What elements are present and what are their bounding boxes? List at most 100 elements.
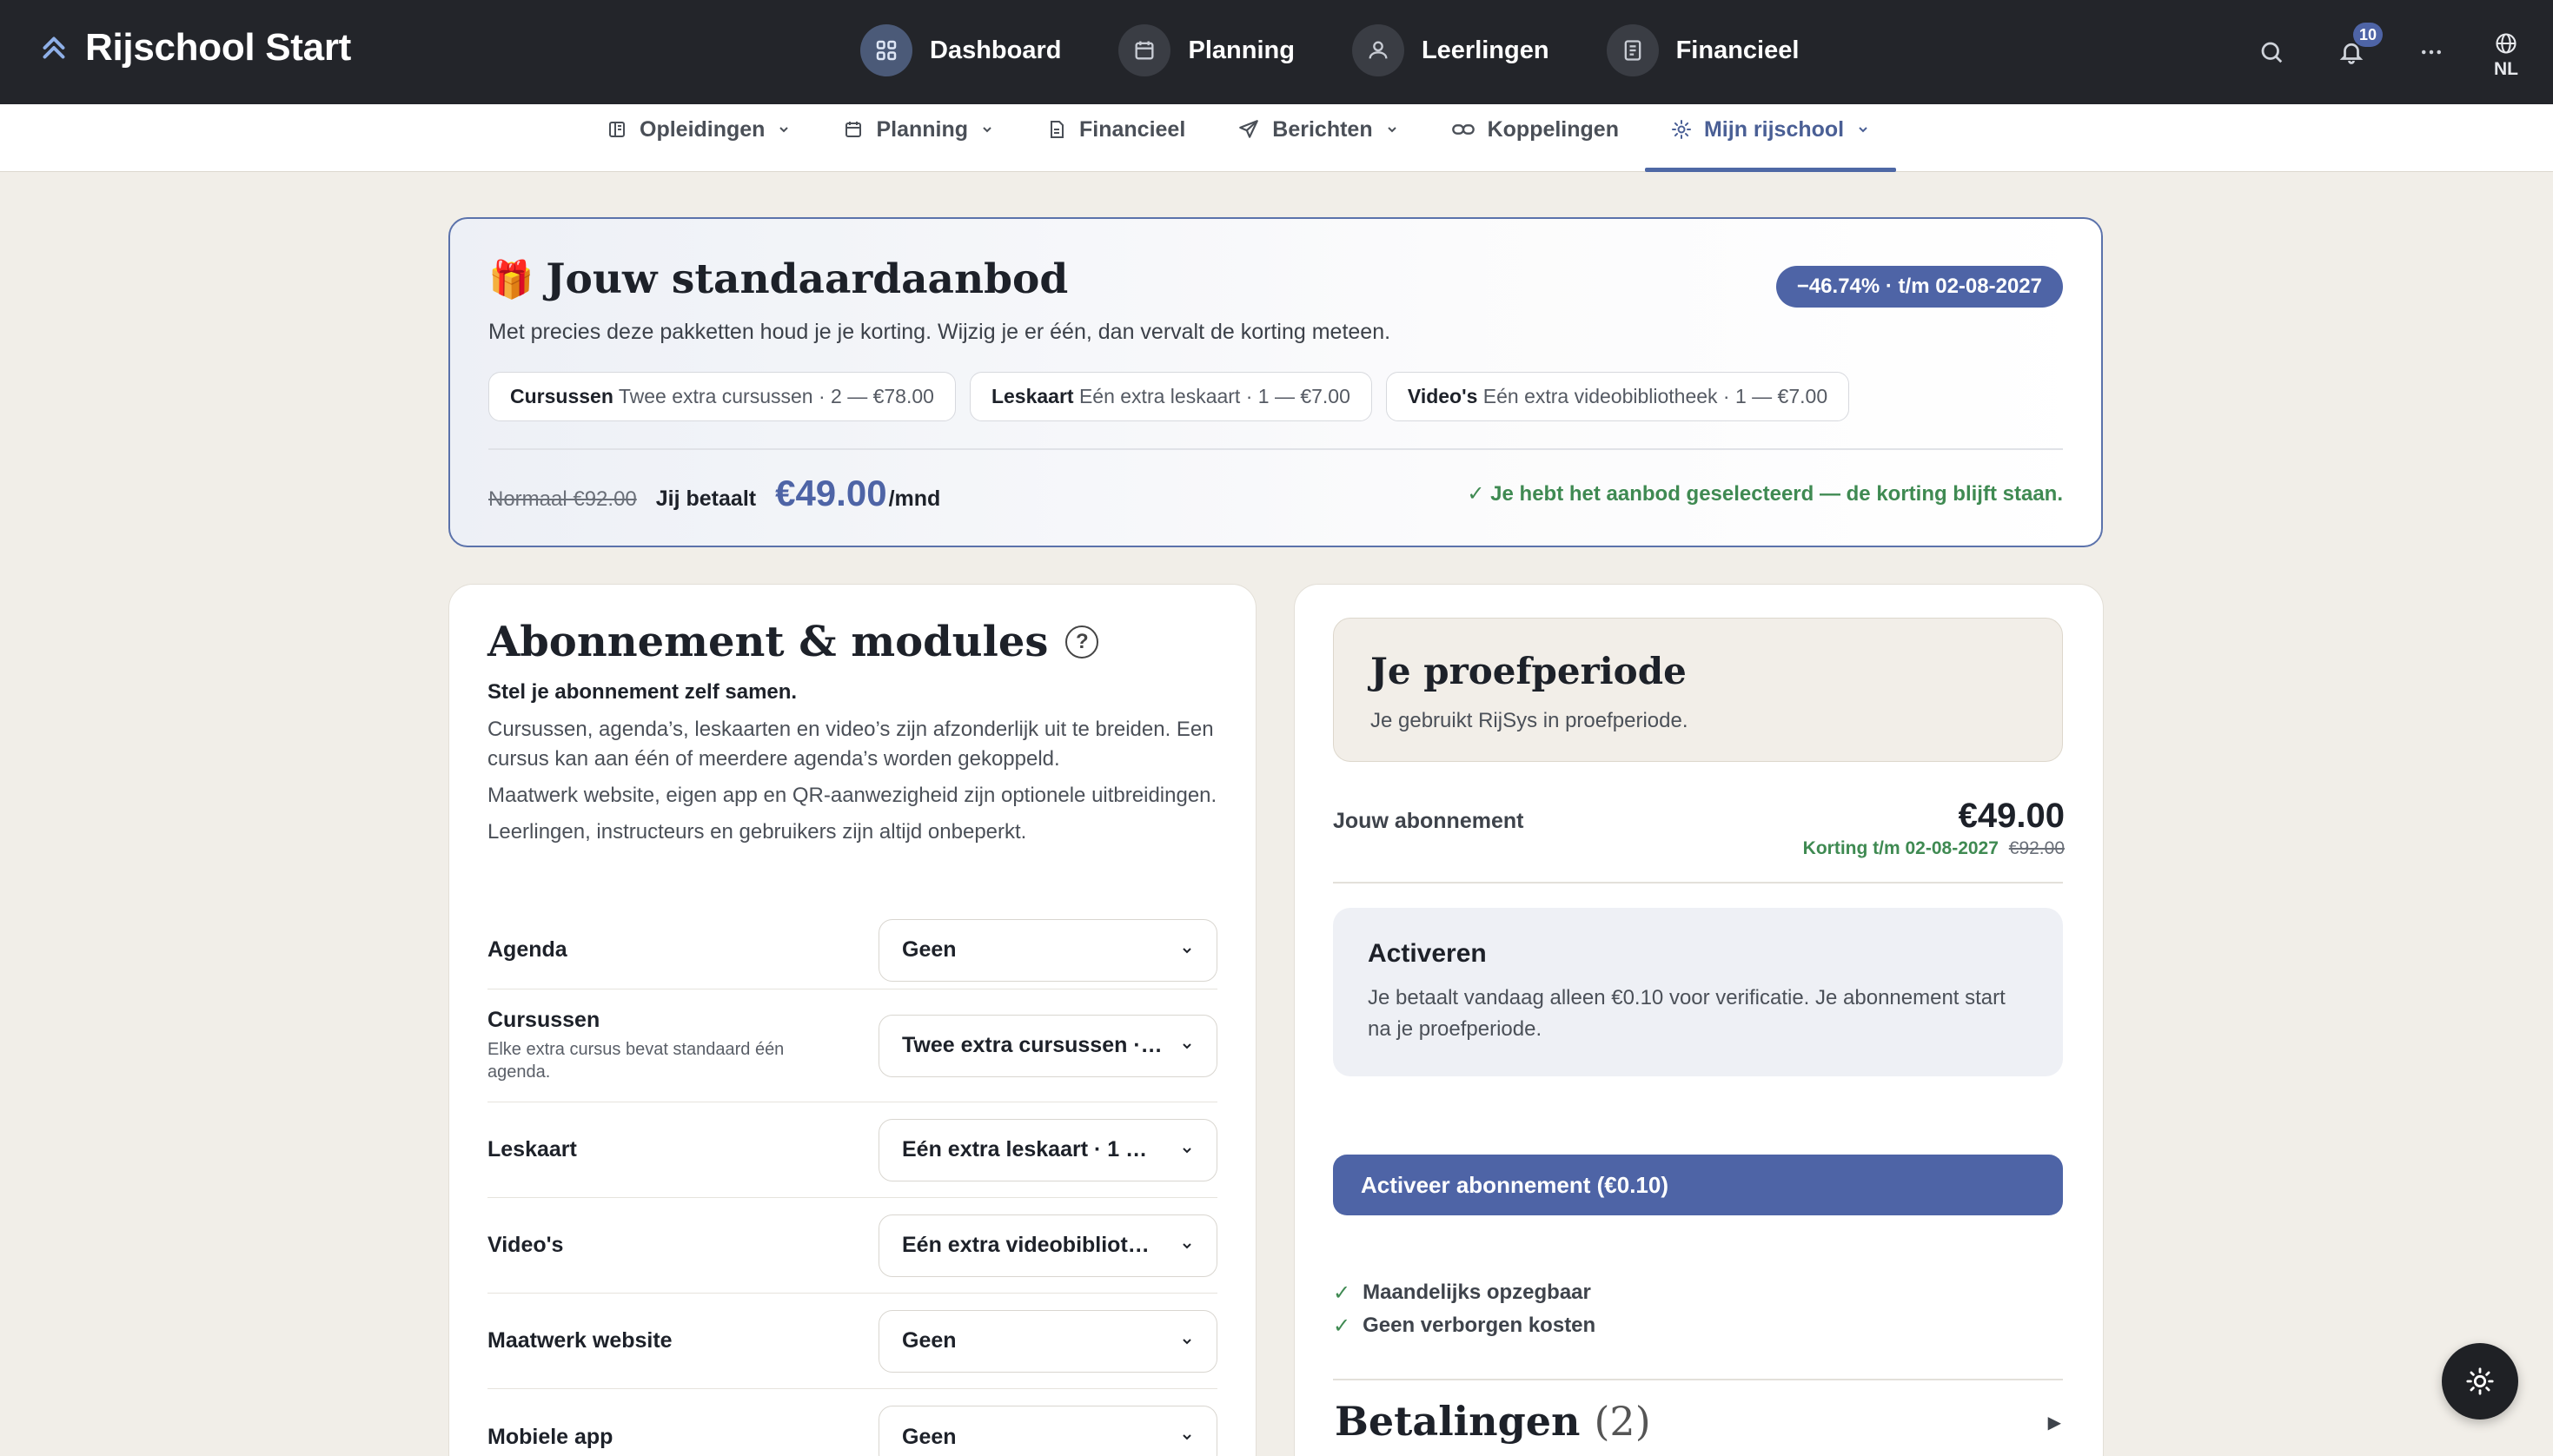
mobiele-app-select[interactable]: Geen — [879, 1406, 1217, 1456]
chevron-down-icon — [1387, 127, 1396, 133]
subscription-modules-card: Abonnement & modules ? Stel je abonnemen… — [448, 584, 1257, 1456]
chevron-down-icon — [1183, 947, 1191, 953]
subnav-koppelingen[interactable]: Koppelingen — [1425, 96, 1645, 163]
notification-badge: 10 — [2353, 23, 2383, 47]
select-value: Geen — [902, 1328, 957, 1353]
chip-detail: Eén extra videobibliotheek · 1 — €7.00 — [1482, 385, 1828, 407]
benefit-text: Geen verborgen kosten — [1363, 1314, 1596, 1337]
divider — [488, 448, 2063, 450]
trial-card: Je proefperiode Je gebruikt RijSys in pr… — [1294, 584, 2104, 1456]
videos-select[interactable]: Eén extra videobibliotheek · 1 — €7.00 — [879, 1214, 1217, 1277]
subnav-planning[interactable]: Planning — [817, 96, 1020, 163]
chip-name: Video's — [1407, 385, 1478, 407]
description-paragraph: Cursussen, agenda’s, leskaarten en video… — [487, 718, 1214, 771]
check-icon: ✓ — [1333, 1281, 1351, 1305]
chevron-down-icon — [1183, 1434, 1191, 1440]
select-value: Twee extra cursussen · 2 — €78.00 — [902, 1033, 1163, 1057]
subnav-financieel[interactable]: Financieel — [1020, 96, 1211, 163]
expand-triangle-icon[interactable]: ▶ — [2048, 1412, 2061, 1433]
top-right-actions: 10 NL — [2254, 0, 2518, 104]
chip-detail: Twee extra cursussen · 2 — €78.00 — [618, 385, 934, 407]
row-label: Mobiele app — [487, 1424, 613, 1449]
section-title-text: Abonnement & modules — [487, 618, 1049, 666]
offer-package-chip: Video's Eén extra videobibliotheek · 1 —… — [1385, 372, 1850, 421]
main-nav-leerlingen[interactable]: Leerlingen — [1351, 24, 1549, 76]
main-nav-label: Dashboard — [930, 36, 1062, 64]
row-label-group: Leskaart — [487, 1137, 577, 1162]
row-label: Video's — [487, 1233, 564, 1257]
activate-info-box: Activeren Je betaalt vandaag alleen €0.1… — [1333, 908, 2063, 1076]
chevron-down-icon — [983, 127, 991, 133]
brand[interactable]: Rijschool Start — [38, 26, 351, 69]
chevron-down-icon — [1183, 1042, 1191, 1049]
cursussen-select[interactable]: Twee extra cursussen · 2 — €78.00 — [879, 1014, 1217, 1077]
main-nav-dashboard[interactable]: Dashboard — [860, 24, 1061, 76]
search-button[interactable] — [2254, 35, 2289, 69]
globe-icon — [2496, 33, 2517, 54]
row-label-group: Agenda — [487, 937, 567, 963]
help-icon[interactable]: ? — [1065, 625, 1099, 659]
section-title: Abonnement & modules ? — [487, 618, 1099, 666]
offer-description: Met precies deze pakketten houd je je ko… — [488, 320, 1391, 344]
offer-package-chip: Leskaart Eén extra leskaart · 1 — €7.00 — [969, 372, 1372, 421]
settings-icon — [1671, 120, 1691, 139]
row-label: Leskaart — [487, 1137, 577, 1161]
trial-title: Je proefperiode — [1370, 650, 1687, 692]
subnav-opleidingen[interactable]: Opleidingen — [580, 96, 817, 163]
theme-toggle-button[interactable] — [2442, 1343, 2518, 1420]
top-bar: Rijschool Start Dashboard Planning Leerl… — [0, 0, 2553, 104]
document-icon — [1051, 121, 1064, 138]
module-row-maatwerk-website: Maatwerk website Geen — [487, 1294, 1217, 1389]
offer-price-row: Normaal €92.00 Jij betaalt €49.00 /mnd — [488, 473, 940, 514]
app-name: Rijschool Start — [85, 26, 351, 69]
maatwerk-website-select[interactable]: Geen — [879, 1309, 1217, 1373]
user-icon — [1351, 24, 1404, 76]
chevron-down-icon — [1183, 1147, 1191, 1153]
payments-title[interactable]: Betalingen (2) — [1335, 1398, 1651, 1445]
subnav-berichten[interactable]: Berichten — [1211, 96, 1424, 163]
select-value: Eén extra leskaart · 1 — €7.00 — [902, 1137, 1163, 1161]
notifications-button[interactable]: 10 — [2334, 23, 2383, 69]
payments-title-text: Betalingen — [1335, 1398, 1581, 1445]
offer-price: €49.00 — [775, 473, 887, 513]
link-icon — [1451, 124, 1475, 135]
chip-name: Leskaart — [991, 385, 1074, 407]
offer-title: 🎁 Jouw standaardaanbod — [488, 255, 1068, 303]
select-value: Geen — [902, 937, 957, 962]
subscription-label: Jouw abonnement — [1333, 809, 1524, 833]
main-nav: Dashboard Planning Leerlingen Financieel — [860, 24, 1799, 76]
main-nav-planning[interactable]: Planning — [1118, 24, 1295, 76]
subnav-label: Koppelingen — [1487, 116, 1619, 142]
row-label-group: Mobiele app — [487, 1425, 613, 1450]
more-button[interactable] — [2414, 35, 2449, 69]
language-switcher[interactable]: NL — [2494, 31, 2518, 80]
benefit-item: ✓ Maandelijks opzegbaar — [1333, 1276, 1595, 1309]
leskaart-select[interactable]: Eén extra leskaart · 1 — €7.00 — [879, 1118, 1217, 1181]
subnav-mijn-rijschool[interactable]: Mijn rijschool — [1644, 96, 1897, 172]
subnav-label: Financieel — [1079, 116, 1186, 142]
row-label: Maatwerk website — [487, 1328, 673, 1353]
row-hint: Elke extra cursus bevat standaard één ag… — [487, 1040, 785, 1082]
row-label-group: Video's — [487, 1233, 563, 1258]
gift-icon: 🎁 — [488, 257, 534, 301]
you-pay-label: Jij betaalt — [655, 486, 757, 511]
activate-subscription-button[interactable]: Activeer abonnement (€0.10) — [1333, 1155, 2063, 1215]
agenda-select[interactable]: Geen — [879, 918, 1217, 982]
send-icon — [1239, 120, 1259, 138]
module-row-cursussen: Cursussen Elke extra cursus bevat standa… — [487, 989, 1217, 1102]
offer-title-text: Jouw standaardaanbod — [546, 255, 1069, 303]
main-nav-financieel[interactable]: Financieel — [1606, 24, 1800, 76]
main-nav-label: Planning — [1188, 36, 1295, 64]
language-label: NL — [2494, 59, 2518, 79]
offer-status: ✓ Je hebt het aanbod geselecteerd — de k… — [1467, 482, 2063, 506]
module-row-agenda: Agenda Geen — [487, 911, 1217, 989]
trial-description: Je gebruikt RijSys in proefperiode. — [1370, 709, 1688, 732]
divider — [1333, 882, 2063, 884]
module-row-mobiele-app: Mobiele app Geen — [487, 1389, 1217, 1456]
benefit-text: Maandelijks opzegbaar — [1363, 1281, 1591, 1304]
row-label: Agenda — [487, 937, 567, 962]
document-icon — [1606, 24, 1659, 76]
check-icon: ✓ — [1333, 1314, 1351, 1338]
main-nav-label: Financieel — [1675, 36, 1800, 64]
subscription-price: €49.00 — [1958, 797, 2065, 835]
